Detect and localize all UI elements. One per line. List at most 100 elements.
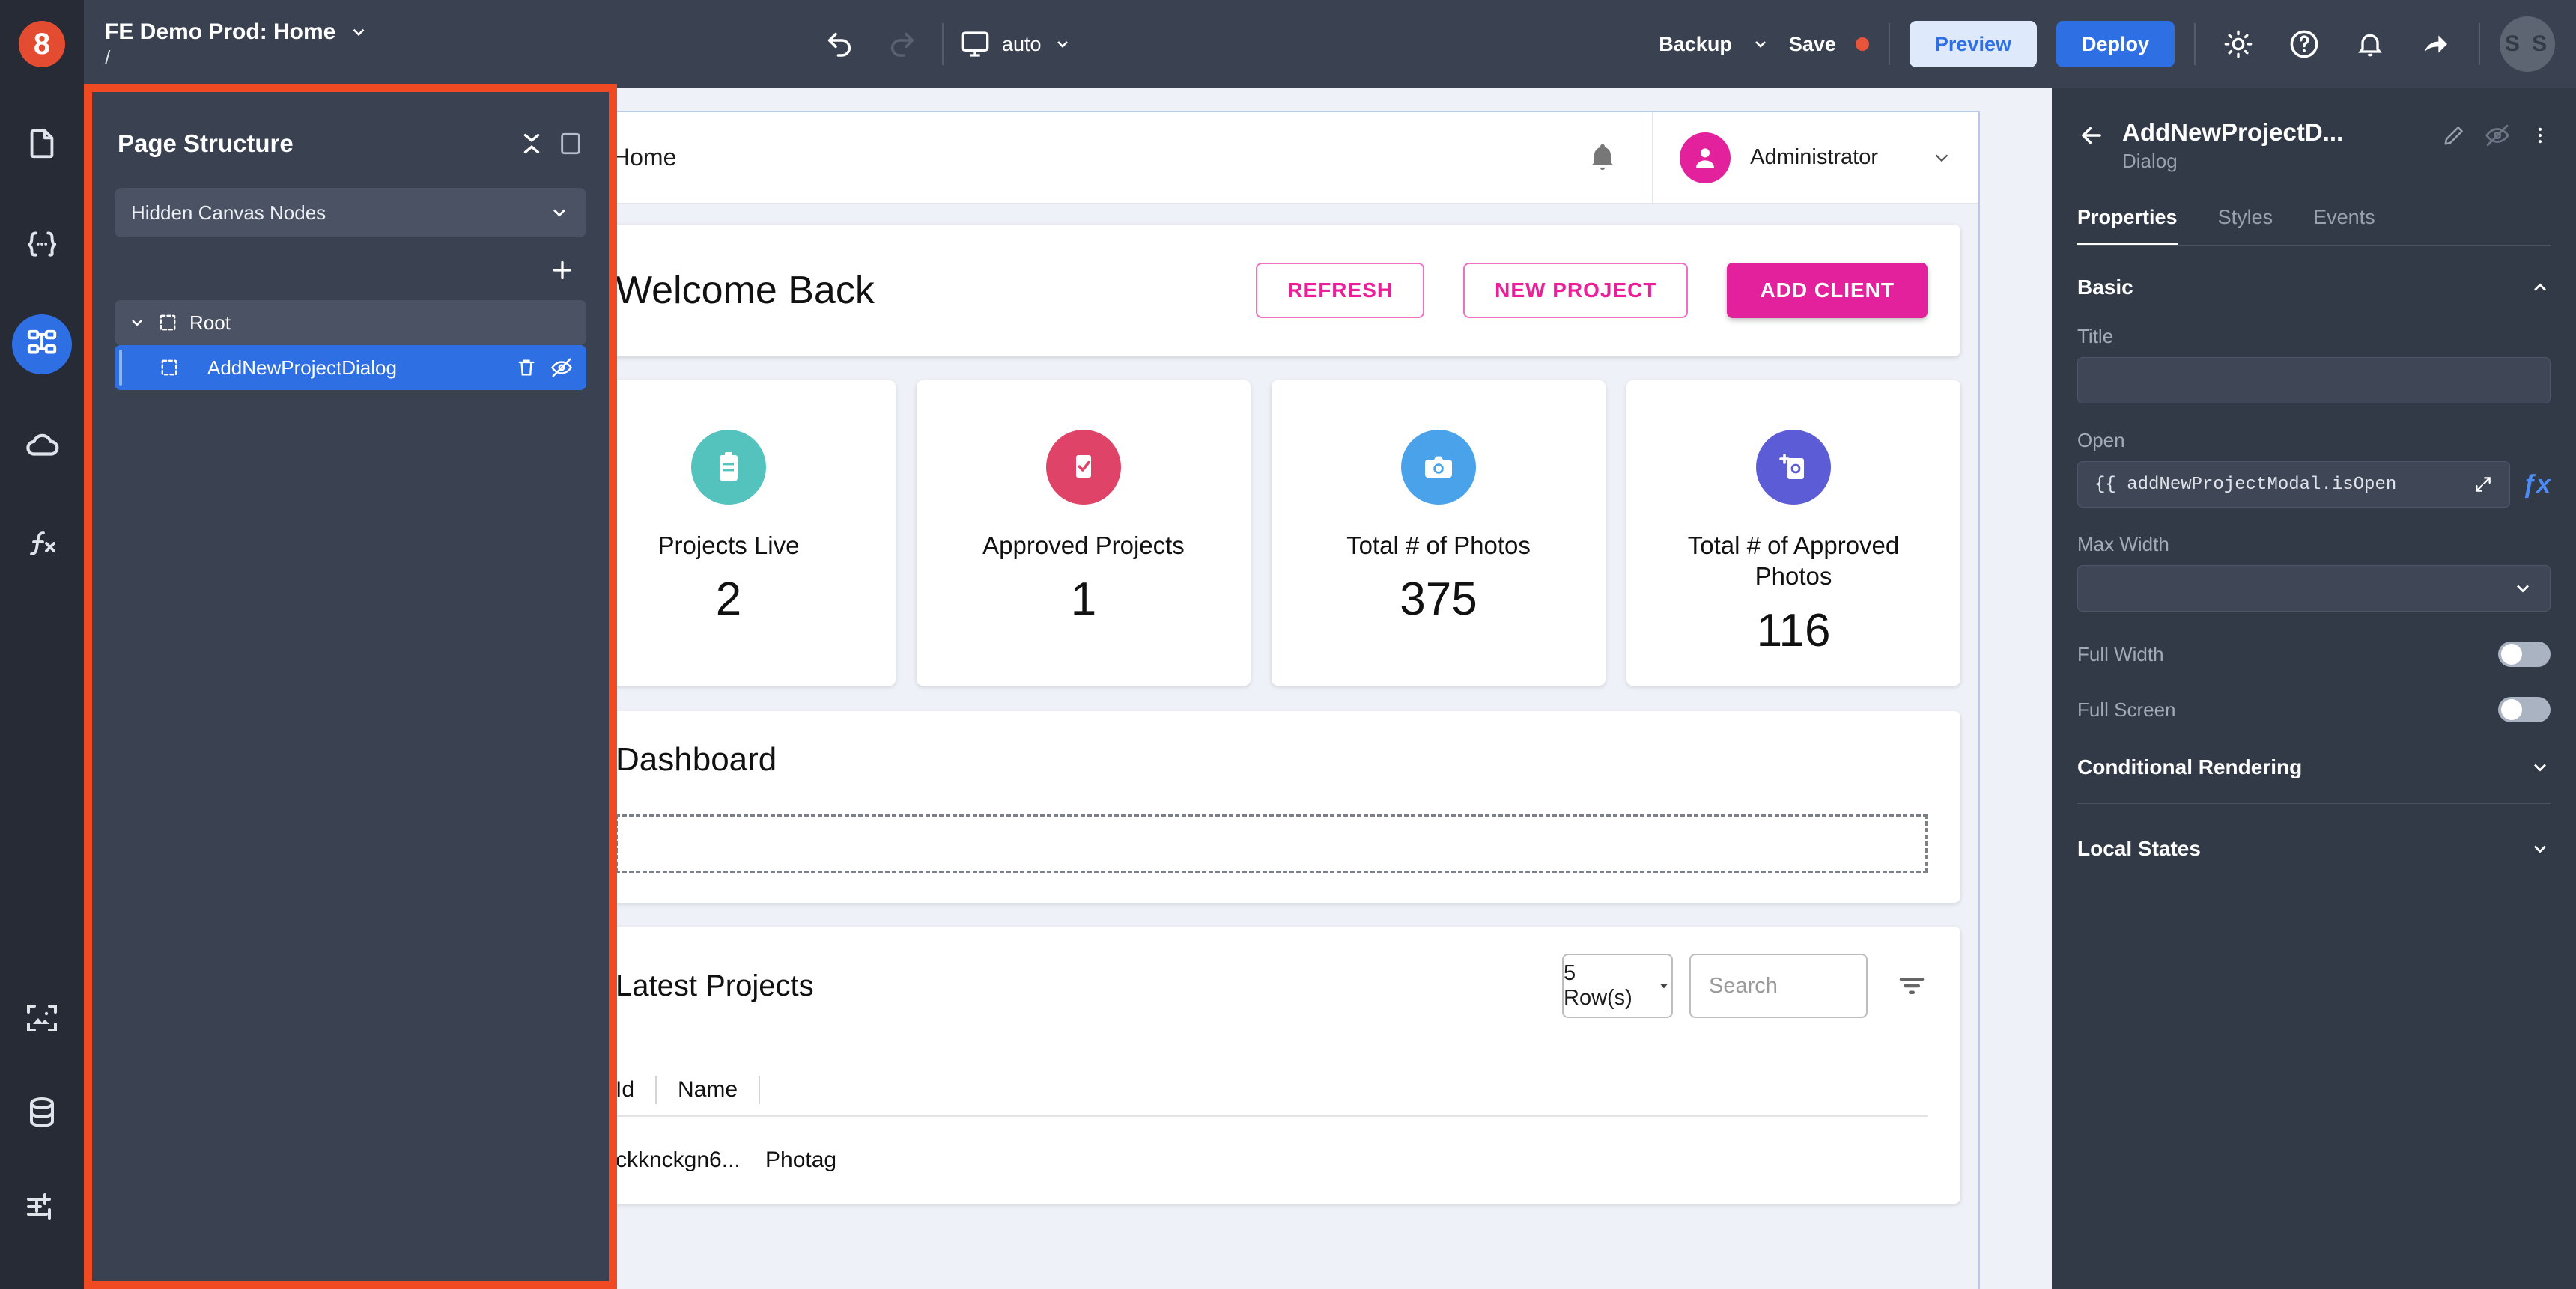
toolbar-divider [2479, 23, 2480, 65]
panel-toggle-icon[interactable] [558, 131, 583, 156]
hidden-canvas-nodes-dropdown[interactable]: Hidden Canvas Nodes [115, 188, 586, 237]
user-avatar[interactable]: S S [2500, 16, 2555, 72]
app-bell-icon[interactable] [1553, 141, 1652, 174]
more-vertical-icon[interactable] [2530, 125, 2551, 146]
full-screen-row: Full Screen [2077, 697, 2551, 722]
page-structure-tree: Root AddNewProjectDialog [115, 300, 586, 390]
chevron-down-icon [549, 202, 570, 223]
section-basic-header[interactable]: Basic [2077, 275, 2551, 299]
welcome-heading: Welcome Back [617, 268, 875, 313]
project-dropdown-chevron-down-icon[interactable] [349, 22, 368, 42]
field-label-max-width: Max Width [2077, 533, 2551, 556]
section-local-states[interactable]: Local States [2077, 837, 2551, 885]
toolbar-divider [942, 23, 944, 65]
fx-icon[interactable]: ƒx [2522, 470, 2551, 499]
rail-item-fx-function-icon[interactable] [12, 515, 72, 575]
expand-icon[interactable] [2473, 475, 2493, 494]
rail-item-code-braces-icon[interactable] [12, 214, 72, 274]
app-header: Home Administrator [617, 112, 1978, 204]
node-box-icon [158, 313, 177, 332]
collapse-all-icon[interactable] [519, 131, 544, 156]
open-input[interactable]: {{ addNewProjectModal.isOpen [2077, 461, 2510, 508]
column-header-id[interactable]: Id [617, 1077, 634, 1103]
new-project-button[interactable]: NEW PROJECT [1463, 263, 1688, 318]
selected-node-type: Dialog [2122, 150, 2343, 173]
backup-button[interactable]: Backup [1659, 33, 1732, 56]
tab-styles[interactable]: Styles [2218, 206, 2273, 245]
share-icon[interactable] [2413, 21, 2459, 67]
search-input[interactable]: Search [1689, 954, 1868, 1018]
app-logo[interactable]: 8 [0, 0, 84, 88]
undo-icon[interactable] [816, 21, 863, 67]
column-header-name[interactable]: Name [678, 1077, 738, 1103]
tab-properties[interactable]: Properties [2077, 206, 2178, 245]
tree-node-label: AddNewProjectDialog [191, 356, 504, 380]
monitor-icon [960, 29, 990, 59]
field-label-open: Open [2077, 429, 2551, 452]
eye-off-icon[interactable] [550, 356, 573, 379]
full-width-row: Full Width [2077, 642, 2551, 667]
page-structure-highlight-box: Page Structure Hidden Canvas Nodes [84, 84, 617, 1289]
rows-per-page-label: 5 Row(s) [1564, 961, 1647, 1011]
latest-projects-header: Latest Projects 5 Row(s) Search [617, 954, 1928, 1018]
stat-value: 1 [1071, 573, 1096, 626]
rows-per-page-select[interactable]: 5 Row(s) [1562, 954, 1673, 1018]
redo-icon[interactable] [879, 21, 926, 67]
help-icon[interactable] [2281, 21, 2327, 67]
tree-node-root[interactable]: Root [115, 300, 586, 345]
tree-node-addnewprojectdialog[interactable]: AddNewProjectDialog [115, 345, 586, 390]
max-width-select[interactable] [2077, 565, 2551, 612]
stat-label: Approved Projects [982, 530, 1185, 561]
dashboard-card: Dashboard [617, 711, 1960, 903]
rail-item-image-asset-icon[interactable] [12, 988, 72, 1048]
preview-button[interactable]: Preview [1910, 21, 2037, 67]
chevron-down-icon[interactable] [128, 314, 146, 332]
full-width-toggle[interactable] [2498, 642, 2551, 667]
stat-label: Total # of Approved Photos [1653, 530, 1934, 592]
add-node-row [115, 237, 586, 284]
page-structure-header: Page Structure [118, 129, 583, 158]
save-button[interactable]: Save [1789, 33, 1836, 56]
project-breadcrumb: FE Demo Prod: Home / [105, 19, 368, 70]
rail-item-pages-file-icon[interactable] [12, 114, 72, 174]
chevron-up-icon [2530, 277, 2551, 298]
rail-item-settings-sliders-icon[interactable] [12, 1177, 72, 1237]
history-and-device-controls: auto [816, 0, 1072, 88]
rail-item-database-icon[interactable] [12, 1082, 72, 1142]
tab-events[interactable]: Events [2313, 206, 2375, 245]
stat-card-approved-projects: Approved Projects 1 [917, 380, 1251, 686]
eye-off-icon[interactable] [2485, 123, 2510, 148]
node-box-icon [160, 358, 179, 377]
pencil-icon[interactable] [2443, 124, 2465, 147]
toolbar-divider [1889, 23, 1890, 65]
bell-icon[interactable] [2347, 21, 2393, 67]
full-screen-toggle[interactable] [2498, 697, 2551, 722]
dashboard-title: Dashboard [617, 741, 1928, 778]
dashboard-dropzone[interactable] [617, 814, 1928, 873]
rail-item-page-structure-icon[interactable] [12, 314, 72, 374]
theme-sun-icon[interactable] [2215, 21, 2261, 67]
trash-icon[interactable] [516, 357, 537, 378]
rail-item-cloud-icon[interactable] [12, 415, 72, 475]
arrow-left-icon[interactable] [2077, 118, 2106, 150]
section-conditional-rendering[interactable]: Conditional Rendering [2077, 755, 2551, 804]
app-user-menu[interactable]: Administrator [1652, 112, 1978, 203]
chevron-down-icon [2530, 757, 2551, 778]
column-divider [655, 1076, 657, 1104]
backup-chevron-down-icon[interactable] [1752, 35, 1770, 53]
device-size-selector[interactable]: auto [960, 29, 1072, 59]
refresh-button[interactable]: REFRESH [1256, 263, 1424, 318]
filter-icon[interactable] [1896, 970, 1928, 1002]
latest-projects-title: Latest Projects [617, 969, 814, 1003]
add-client-button[interactable]: ADD CLIENT [1727, 263, 1928, 318]
project-path: / [105, 46, 368, 70]
stat-value: 2 [716, 573, 741, 626]
device-chevron-down-icon [1054, 35, 1072, 53]
table-header-row: Id Name [617, 1064, 1928, 1117]
deploy-button[interactable]: Deploy [2056, 21, 2175, 67]
stats-row: Projects Live 2 Approved Projects 1 [617, 380, 1960, 686]
plus-icon[interactable] [549, 257, 576, 284]
title-input[interactable] [2077, 357, 2551, 403]
device-label: auto [1002, 33, 1042, 56]
table-row[interactable]: ckknckgn6... Photag [617, 1117, 1928, 1204]
